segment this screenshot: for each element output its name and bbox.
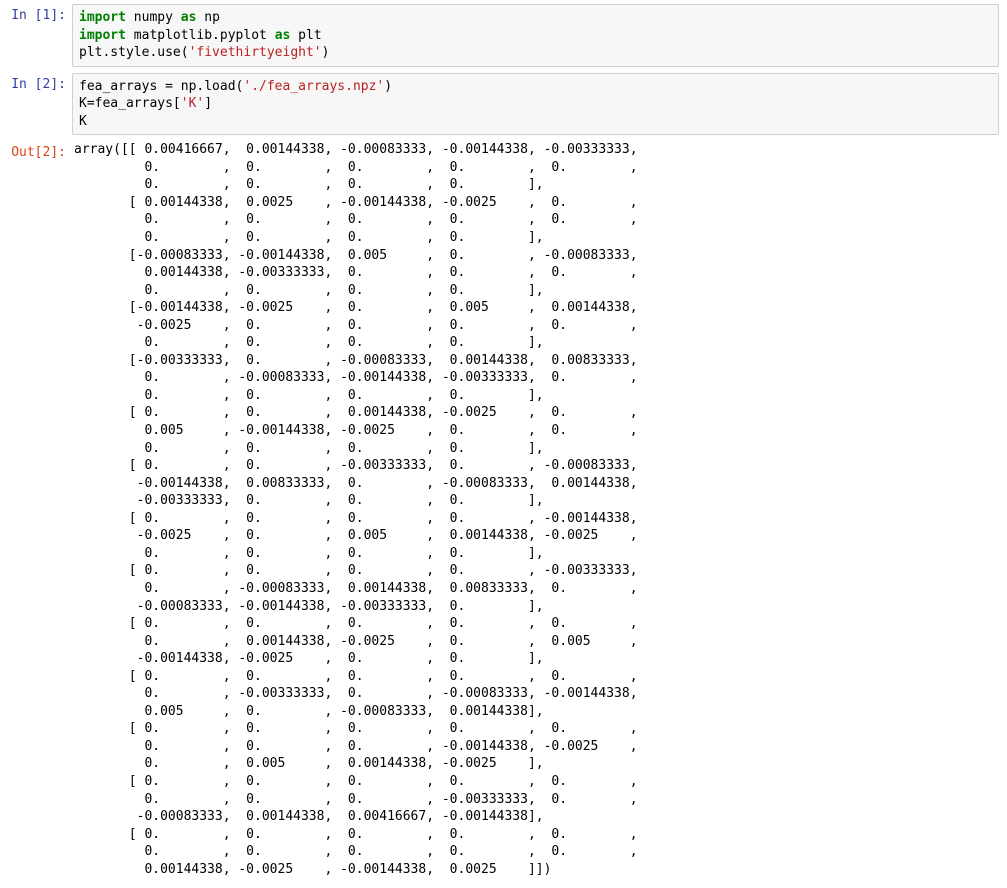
output-content: array([[ 0.00416667, 0.00144338, -0.0008… [72, 141, 999, 878]
code-content: import numpy as np import matplotlib.pyp… [79, 9, 992, 62]
code-content: fea_arrays = np.load('./fea_arrays.npz')… [79, 78, 992, 131]
code-input[interactable]: fea_arrays = np.load('./fea_arrays.npz')… [72, 73, 999, 136]
output-prompt: Out[2]: [8, 141, 72, 878]
code-cell-2: In [2]: fea_arrays = np.load('./fea_arra… [8, 73, 999, 136]
code-input[interactable]: import numpy as np import matplotlib.pyp… [72, 4, 999, 67]
input-prompt: In [2]: [8, 73, 72, 136]
code-cell-1: In [1]: import numpy as np import matplo… [8, 4, 999, 67]
input-prompt: In [1]: [8, 4, 72, 67]
output-cell-2: Out[2]: array([[ 0.00416667, 0.00144338,… [8, 141, 999, 878]
